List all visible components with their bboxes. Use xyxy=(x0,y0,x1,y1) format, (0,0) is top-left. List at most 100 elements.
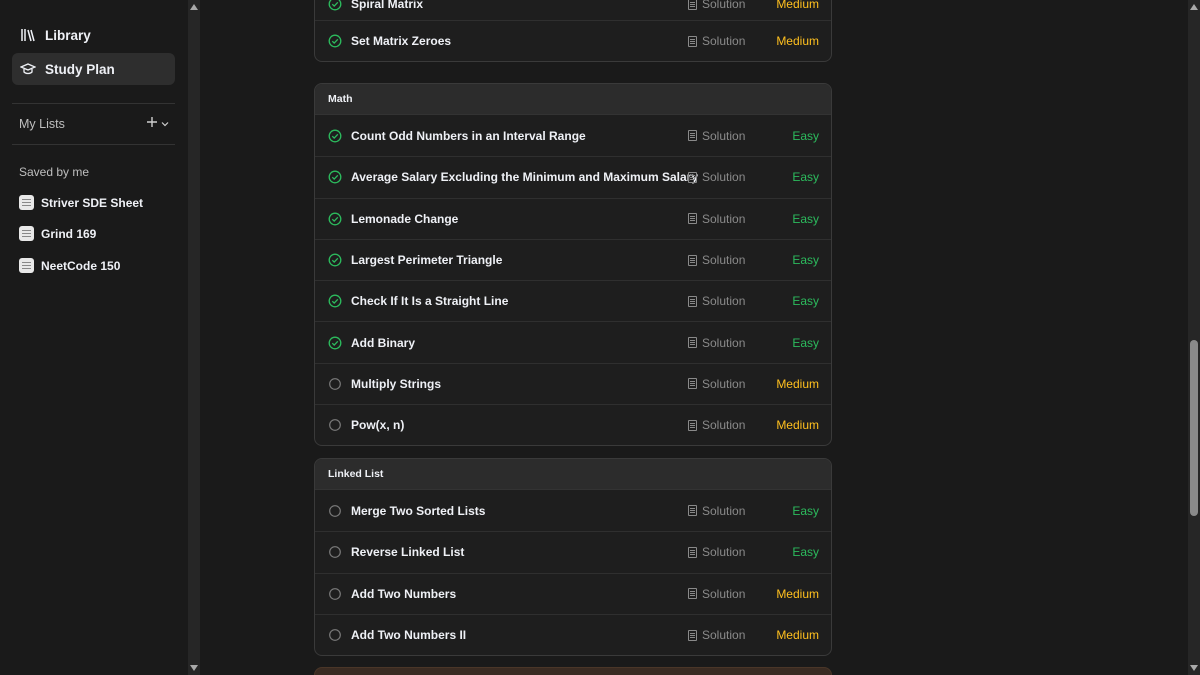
problem-title[interactable]: Merge Two Sorted Lists xyxy=(351,504,831,518)
problem-title[interactable]: Check If It Is a Straight Line xyxy=(351,294,831,308)
problem-row[interactable]: Add Binary Solution Easy xyxy=(315,321,831,362)
divider xyxy=(12,144,175,145)
my-lists-label: My Lists xyxy=(19,116,65,131)
solution-link[interactable]: Solution xyxy=(688,129,745,143)
saved-by-me-label: Saved by me xyxy=(19,165,90,179)
solution-link[interactable]: Solution xyxy=(688,628,745,642)
solution-label: Solution xyxy=(702,628,746,643)
difficulty-badge: Medium xyxy=(776,34,819,49)
difficulty-badge: Medium xyxy=(776,628,819,643)
problem-title[interactable]: Largest Perimeter Triangle xyxy=(351,253,831,267)
document-icon xyxy=(688,337,697,349)
document-icon xyxy=(688,35,697,47)
solution-label: Solution xyxy=(702,294,746,309)
saved-list-item[interactable]: Grind 169 xyxy=(19,226,96,241)
scroll-up-arrow-icon[interactable] xyxy=(1190,4,1198,10)
solution-label: Solution xyxy=(702,586,746,601)
problem-row[interactable]: Pow(x, n) Solution Medium xyxy=(315,404,831,445)
problem-title[interactable]: Add Two Numbers xyxy=(351,587,831,601)
difficulty-badge: Medium xyxy=(776,586,819,601)
problem-row[interactable]: Average Salary Excluding the Minimum and… xyxy=(315,156,831,197)
problem-title[interactable]: Reverse Linked List xyxy=(351,545,831,559)
saved-list-item[interactable]: Striver SDE Sheet xyxy=(19,195,143,210)
solution-label: Solution xyxy=(702,0,746,11)
problem-row[interactable]: Add Two Numbers II Solution Medium xyxy=(315,613,831,655)
group-title: Math xyxy=(315,84,831,115)
next-problem-group xyxy=(314,667,832,675)
sidebar: Library Study Plan My Lists Saved by me … xyxy=(0,0,188,675)
problem-row[interactable]: Check If It Is a Straight Line Solution Ea… xyxy=(315,280,831,321)
unsolved-circle-icon xyxy=(328,418,342,432)
problem-title[interactable]: Multiply Strings xyxy=(351,377,831,391)
solution-link[interactable]: Solution xyxy=(688,34,745,48)
solution-label: Solution xyxy=(702,503,746,518)
nav-item-label: Library xyxy=(45,27,91,43)
solution-link[interactable]: Solution xyxy=(688,418,745,432)
scroll-down-arrow-icon[interactable] xyxy=(190,665,198,671)
solved-check-icon xyxy=(328,253,342,267)
solved-check-icon xyxy=(328,170,342,184)
solution-link[interactable]: Solution xyxy=(688,212,745,226)
saved-list-label: Striver SDE Sheet xyxy=(41,195,144,210)
problem-title[interactable]: Count Odd Numbers in an Interval Range xyxy=(351,129,831,143)
solution-link[interactable]: Solution xyxy=(688,336,745,350)
problem-row[interactable]: Largest Perimeter Triangle Solution Easy xyxy=(315,238,831,280)
problem-title[interactable]: Add Binary xyxy=(351,336,831,350)
main-scrollbar[interactable] xyxy=(1188,0,1200,675)
problem-title[interactable]: Spiral Matrix xyxy=(351,0,831,11)
document-icon xyxy=(688,254,697,266)
solved-check-icon xyxy=(328,212,342,226)
sheet-icon xyxy=(19,195,34,210)
nav-item-library[interactable]: Library xyxy=(12,19,175,51)
scroll-up-arrow-icon[interactable] xyxy=(190,4,198,10)
problem-title[interactable]: Lemonade Change xyxy=(351,212,831,226)
scroll-down-arrow-icon[interactable] xyxy=(1190,665,1198,671)
problem-row[interactable]: Lemonade Change Solution Easy xyxy=(315,197,831,239)
document-icon xyxy=(688,378,697,390)
solution-link[interactable]: Solution xyxy=(688,294,745,308)
document-icon xyxy=(688,130,697,142)
problem-row[interactable]: Spiral Matrix Solution Medium xyxy=(315,0,831,20)
chevron-down-icon[interactable] xyxy=(161,117,169,131)
difficulty-badge: Easy xyxy=(792,211,819,226)
solution-link[interactable]: Solution xyxy=(688,0,745,11)
my-lists-header: My Lists xyxy=(19,116,169,131)
scrollbar-thumb[interactable] xyxy=(1190,340,1198,516)
sidebar-scrollbar[interactable] xyxy=(188,0,200,675)
add-list-icon[interactable] xyxy=(146,116,158,131)
sheet-icon xyxy=(19,258,34,273)
nav-item-study-plan[interactable]: Study Plan xyxy=(12,53,175,85)
problem-title[interactable]: Average Salary Excluding the Minimum and… xyxy=(351,170,831,184)
solution-link[interactable]: Solution xyxy=(688,170,745,184)
solution-label: Solution xyxy=(702,170,746,185)
unsolved-circle-icon xyxy=(328,628,342,642)
problem-title[interactable]: Add Two Numbers II xyxy=(351,628,831,642)
problem-row[interactable]: Set Matrix Zeroes Solution Medium xyxy=(315,20,831,61)
difficulty-badge: Medium xyxy=(776,418,819,433)
solution-link[interactable]: Solution xyxy=(688,545,745,559)
problem-row[interactable]: Merge Two Sorted Lists Solution Easy xyxy=(315,490,831,531)
solved-check-icon xyxy=(328,294,342,308)
difficulty-badge: Easy xyxy=(792,545,819,560)
problem-group: Spiral Matrix Solution Medium Set Matrix Ze… xyxy=(314,0,832,63)
divider xyxy=(12,103,175,104)
problem-row[interactable]: Count Odd Numbers in an Interval Range So… xyxy=(315,115,831,156)
difficulty-badge: Easy xyxy=(792,253,819,268)
problem-row[interactable]: Reverse Linked List Solution Easy xyxy=(315,531,831,572)
difficulty-badge: Medium xyxy=(776,0,819,11)
solution-label: Solution xyxy=(702,34,746,49)
sheet-icon xyxy=(19,226,34,241)
problem-title[interactable]: Set Matrix Zeroes xyxy=(351,34,831,48)
problem-row[interactable]: Add Two Numbers Solution Medium xyxy=(315,572,831,614)
saved-list-item[interactable]: NeetCode 150 xyxy=(19,258,120,273)
solution-link[interactable]: Solution xyxy=(688,377,745,391)
problem-row[interactable]: Multiply Strings Solution Medium xyxy=(315,362,831,404)
solution-link[interactable]: Solution xyxy=(688,587,745,601)
document-icon xyxy=(688,0,697,10)
solution-link[interactable]: Solution xyxy=(688,504,745,518)
solution-link[interactable]: Solution xyxy=(688,253,745,267)
group-title: Linked List xyxy=(315,459,831,490)
document-icon xyxy=(688,171,697,183)
library-icon xyxy=(20,27,36,43)
problem-title[interactable]: Pow(x, n) xyxy=(351,418,831,432)
